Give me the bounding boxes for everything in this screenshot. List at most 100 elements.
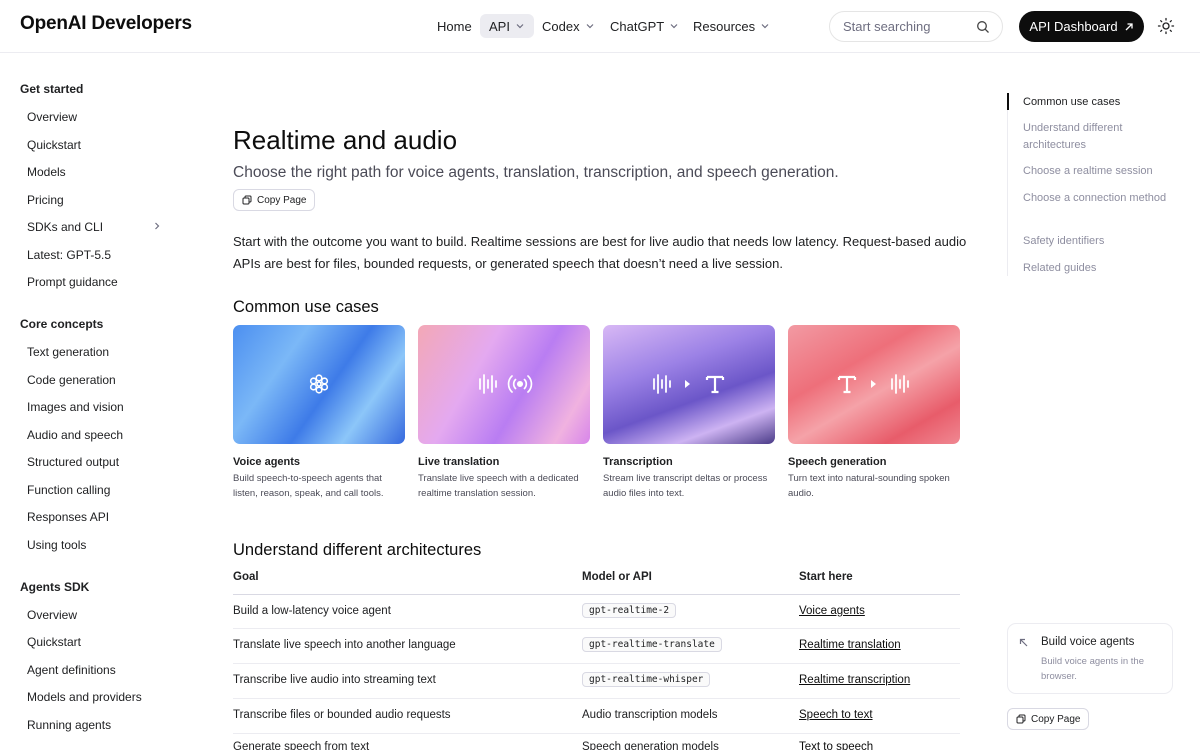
- related-guide-desc: Build voice agents in the browser.: [1041, 656, 1144, 682]
- sidebar-item-models[interactable]: Models: [27, 165, 66, 179]
- architectures-heading: Understand different architectures: [233, 541, 482, 559]
- table-row-model: Speech generation models: [582, 741, 719, 750]
- speech-generation-icon: [837, 374, 909, 394]
- voice-agents-card-image[interactable]: [233, 325, 405, 444]
- sidebar-item-models-and-providers[interactable]: Models and providers: [27, 690, 142, 704]
- copy-page-label: Copy Page: [257, 194, 307, 206]
- related-guide-title[interactable]: Build voice agents: [1041, 636, 1134, 648]
- voice-agents-icon: [309, 374, 329, 394]
- toc-item-common-use-cases[interactable]: Common use cases: [1023, 94, 1173, 111]
- nav-api[interactable]: API: [480, 14, 534, 38]
- search-input[interactable]: Start searching: [829, 11, 1003, 42]
- nav-chatgpt-label: ChatGPT: [610, 18, 665, 34]
- search-icon: [977, 21, 989, 33]
- site-logo[interactable]: OpenAI Developers: [20, 13, 192, 35]
- intro-paragraph: Start with the outcome you want to build…: [233, 234, 967, 271]
- nav-home-label: Home: [437, 18, 472, 34]
- nav-api-label: API: [489, 18, 510, 34]
- sidebar-item-overview[interactable]: Overview: [27, 110, 77, 124]
- chevron-down-icon: [586, 24, 594, 29]
- sun-icon[interactable]: [1157, 17, 1175, 35]
- sidebar-item-responses-api[interactable]: Responses API: [27, 510, 109, 524]
- transcription-icon: [653, 374, 725, 394]
- toc-track: [1007, 93, 1008, 276]
- toc-active-indicator: [1007, 93, 1009, 110]
- live-translation-card-image[interactable]: [418, 325, 590, 444]
- card-title-voice-agents[interactable]: Voice agents: [233, 456, 300, 468]
- sidebar-item-latest-gpt[interactable]: Latest: GPT-5.5: [27, 248, 111, 262]
- live-translation-icon: [479, 374, 533, 394]
- table-row-model: Audio transcription models: [582, 709, 718, 721]
- table-header-goal: Goal: [233, 571, 259, 583]
- table-divider: [233, 628, 960, 629]
- table-row-link[interactable]: Speech to text: [799, 709, 873, 721]
- sidebar-item-running-agents[interactable]: Running agents: [27, 718, 111, 732]
- sidebar-item-sdks-and-cli[interactable]: SDKs and CLI: [27, 220, 103, 234]
- table-divider: [233, 663, 960, 664]
- sidebar-item-agents-quickstart[interactable]: Quickstart: [27, 635, 81, 649]
- table-row-link[interactable]: Voice agents: [799, 605, 865, 617]
- nav-codex[interactable]: Codex: [542, 14, 595, 38]
- table-row-goal: Transcribe files or bounded audio reques…: [233, 709, 451, 721]
- arrow-up-right-icon: [1125, 22, 1133, 30]
- nav-home[interactable]: Home: [437, 14, 472, 38]
- toc-item-architectures[interactable]: Understand different architectures: [1023, 120, 1173, 153]
- nav-chatgpt[interactable]: ChatGPT: [610, 14, 679, 38]
- sidebar-item-pricing[interactable]: Pricing: [27, 193, 64, 207]
- copy-page-button[interactable]: Copy Page: [233, 189, 316, 211]
- table-row-model-code: gpt-realtime-translate: [582, 637, 722, 652]
- sidebar-item-prompt-guidance[interactable]: Prompt guidance: [27, 275, 118, 289]
- table-row-model-code: gpt-realtime-whisper: [582, 672, 711, 687]
- chevron-down-icon: [761, 24, 769, 29]
- sidebar-item-images-and-vision[interactable]: Images and vision: [27, 400, 124, 414]
- transcription-card-image[interactable]: [603, 325, 775, 444]
- sidebar-item-structured-output[interactable]: Structured output: [27, 455, 119, 469]
- sidebar-item-code-generation[interactable]: Code generation: [27, 373, 116, 387]
- table-row-goal: Build a low-latency voice agent: [233, 605, 391, 617]
- page-subtitle: Choose the right path for voice agents, …: [233, 164, 839, 181]
- table-row-link[interactable]: Realtime translation: [799, 639, 901, 651]
- sidebar-item-agents-overview[interactable]: Overview: [27, 608, 77, 622]
- toc-item-connection-method[interactable]: Choose a connection method: [1023, 190, 1173, 207]
- nav-resources-label: Resources: [693, 18, 756, 34]
- copy-page-button-secondary[interactable]: Copy Page: [1007, 708, 1090, 730]
- sidebar-item-text-generation[interactable]: Text generation: [27, 345, 109, 359]
- toc-item-realtime-session[interactable]: Choose a realtime session: [1023, 163, 1173, 180]
- sidebar-item-agent-definitions[interactable]: Agent definitions: [27, 663, 116, 677]
- table-row-goal: Generate speech from text: [233, 741, 370, 750]
- api-dashboard-button[interactable]: API Dashboard: [1019, 11, 1144, 42]
- speech-generation-card-image[interactable]: [788, 325, 960, 444]
- sidebar-section-get-started: Get started: [20, 82, 84, 96]
- table-row-link[interactable]: Realtime transcription: [799, 674, 910, 686]
- card-title-transcription[interactable]: Transcription: [603, 456, 673, 468]
- sidebar-item-function-calling[interactable]: Function calling: [27, 483, 110, 497]
- table-row-model-code: gpt-realtime-2: [582, 603, 677, 618]
- sidebar-item-audio-and-speech[interactable]: Audio and speech: [27, 428, 123, 442]
- chevron-down-icon: [670, 24, 678, 29]
- table-divider: [233, 594, 960, 595]
- toc-item-related-guides[interactable]: Related guides: [1023, 260, 1173, 277]
- sidebar-section-agents-sdk: Agents SDK: [20, 580, 90, 594]
- sidebar-item-using-tools[interactable]: Using tools: [27, 538, 86, 552]
- card-title-speech-generation[interactable]: Speech generation: [788, 456, 886, 468]
- sidebar-item-quickstart[interactable]: Quickstart: [27, 138, 81, 152]
- sidebar-section-core-concepts: Core concepts: [20, 317, 104, 331]
- card-title-live-translation[interactable]: Live translation: [418, 456, 499, 468]
- api-dashboard-label: API Dashboard: [1029, 19, 1118, 34]
- table-row-goal: Translate live speech into another langu…: [233, 639, 456, 651]
- table-header-start: Start here: [799, 571, 853, 583]
- table-row-goal: Transcribe live audio into streaming tex…: [233, 674, 436, 686]
- copy-page-label: Copy Page: [1031, 713, 1081, 725]
- search-placeholder: Start searching: [843, 19, 931, 34]
- nav-resources[interactable]: Resources: [693, 14, 770, 38]
- card-desc-voice-agents: Build speech-to-speech agents that liste…: [233, 473, 384, 499]
- chevron-right-icon[interactable]: [152, 221, 162, 231]
- card-desc-live-translation: Translate live speech with a dedicated r…: [418, 473, 579, 499]
- table-row-link[interactable]: Text to speech: [799, 741, 873, 750]
- toc-item-safety-identifiers[interactable]: Safety identifiers: [1023, 233, 1173, 250]
- chevron-down-icon: [516, 24, 524, 29]
- common-use-cases-heading: Common use cases: [233, 298, 379, 316]
- page-title: Realtime and audio: [233, 125, 458, 155]
- copy-icon: [242, 195, 252, 205]
- card-desc-transcription: Stream live transcript deltas or process…: [603, 473, 768, 499]
